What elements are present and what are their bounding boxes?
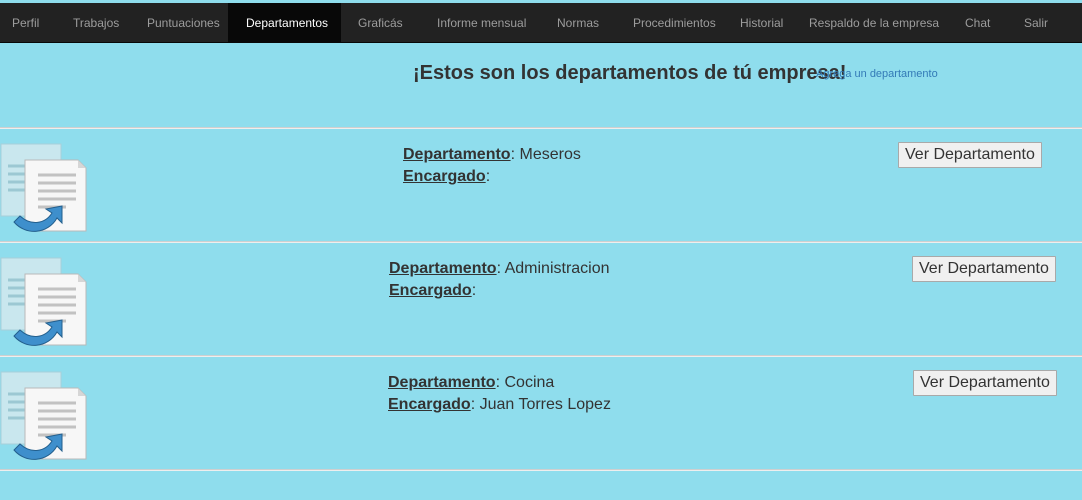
document-copy-icon bbox=[0, 143, 87, 232]
view-department-button[interactable]: Ver Departamento bbox=[912, 256, 1056, 282]
nav-perfil[interactable]: Perfil bbox=[12, 3, 39, 43]
department-info: Departamento: Meseros Encargado: bbox=[403, 144, 581, 188]
nav-historial[interactable]: Historial bbox=[740, 3, 783, 43]
document-copy-icon bbox=[0, 257, 87, 346]
department-info: Departamento: Administracion Encargado: bbox=[389, 258, 610, 302]
department-label: Departamento bbox=[388, 374, 496, 391]
department-name: Cocina bbox=[504, 374, 555, 391]
document-copy-icon bbox=[0, 371, 87, 460]
view-department-button[interactable]: Ver Departamento bbox=[898, 142, 1042, 168]
separator: : bbox=[495, 374, 501, 391]
divider bbox=[0, 127, 1082, 129]
nav-departamentos[interactable]: Departamentos bbox=[228, 3, 341, 43]
department-row: Departamento: Administracion Encargado: … bbox=[0, 244, 1082, 356]
manager-label: Encargado bbox=[388, 396, 471, 413]
department-label: Departamento bbox=[403, 146, 511, 163]
nav-respaldo[interactable]: Respaldo de la empresa bbox=[809, 3, 939, 43]
add-department-link[interactable]: Agrega un departamento bbox=[816, 68, 938, 80]
manager-label: Encargado bbox=[389, 282, 472, 299]
divider bbox=[0, 241, 1082, 243]
manager-name: Juan Torres Lopez bbox=[479, 396, 611, 413]
view-department-button[interactable]: Ver Departamento bbox=[913, 370, 1057, 396]
nav-graficas[interactable]: Graficás bbox=[358, 3, 403, 43]
divider bbox=[0, 355, 1082, 357]
manager-label: Encargado bbox=[403, 168, 486, 185]
nav-trabajos[interactable]: Trabajos bbox=[73, 3, 119, 43]
top-navbar: Perfil Trabajos Puntuaciones Departament… bbox=[0, 3, 1082, 43]
department-name: Administracion bbox=[504, 260, 610, 277]
separator: : bbox=[485, 168, 491, 185]
page-title: ¡Estos son los departamentos de tú empre… bbox=[413, 62, 847, 84]
nav-chat[interactable]: Chat bbox=[965, 3, 990, 43]
page-header: ¡Estos son los departamentos de tú empre… bbox=[0, 44, 1082, 128]
nav-informe-mensual[interactable]: Informe mensual bbox=[437, 3, 526, 43]
department-row: Departamento: Cocina Encargado: Juan Tor… bbox=[0, 358, 1082, 470]
divider bbox=[0, 469, 1082, 471]
department-info: Departamento: Cocina Encargado: Juan Tor… bbox=[388, 372, 611, 416]
department-label: Departamento bbox=[389, 260, 497, 277]
nav-procedimientos[interactable]: Procedimientos bbox=[633, 3, 716, 43]
separator: : bbox=[496, 260, 502, 277]
separator: : bbox=[471, 282, 477, 299]
department-row: Departamento: Meseros Encargado: Ver Dep… bbox=[0, 130, 1082, 242]
department-name: Meseros bbox=[519, 146, 581, 163]
nav-puntuaciones[interactable]: Puntuaciones bbox=[147, 3, 220, 43]
nav-salir[interactable]: Salir bbox=[1024, 3, 1048, 43]
nav-normas[interactable]: Normas bbox=[557, 3, 599, 43]
separator: : bbox=[510, 146, 516, 163]
separator: : bbox=[470, 396, 476, 413]
